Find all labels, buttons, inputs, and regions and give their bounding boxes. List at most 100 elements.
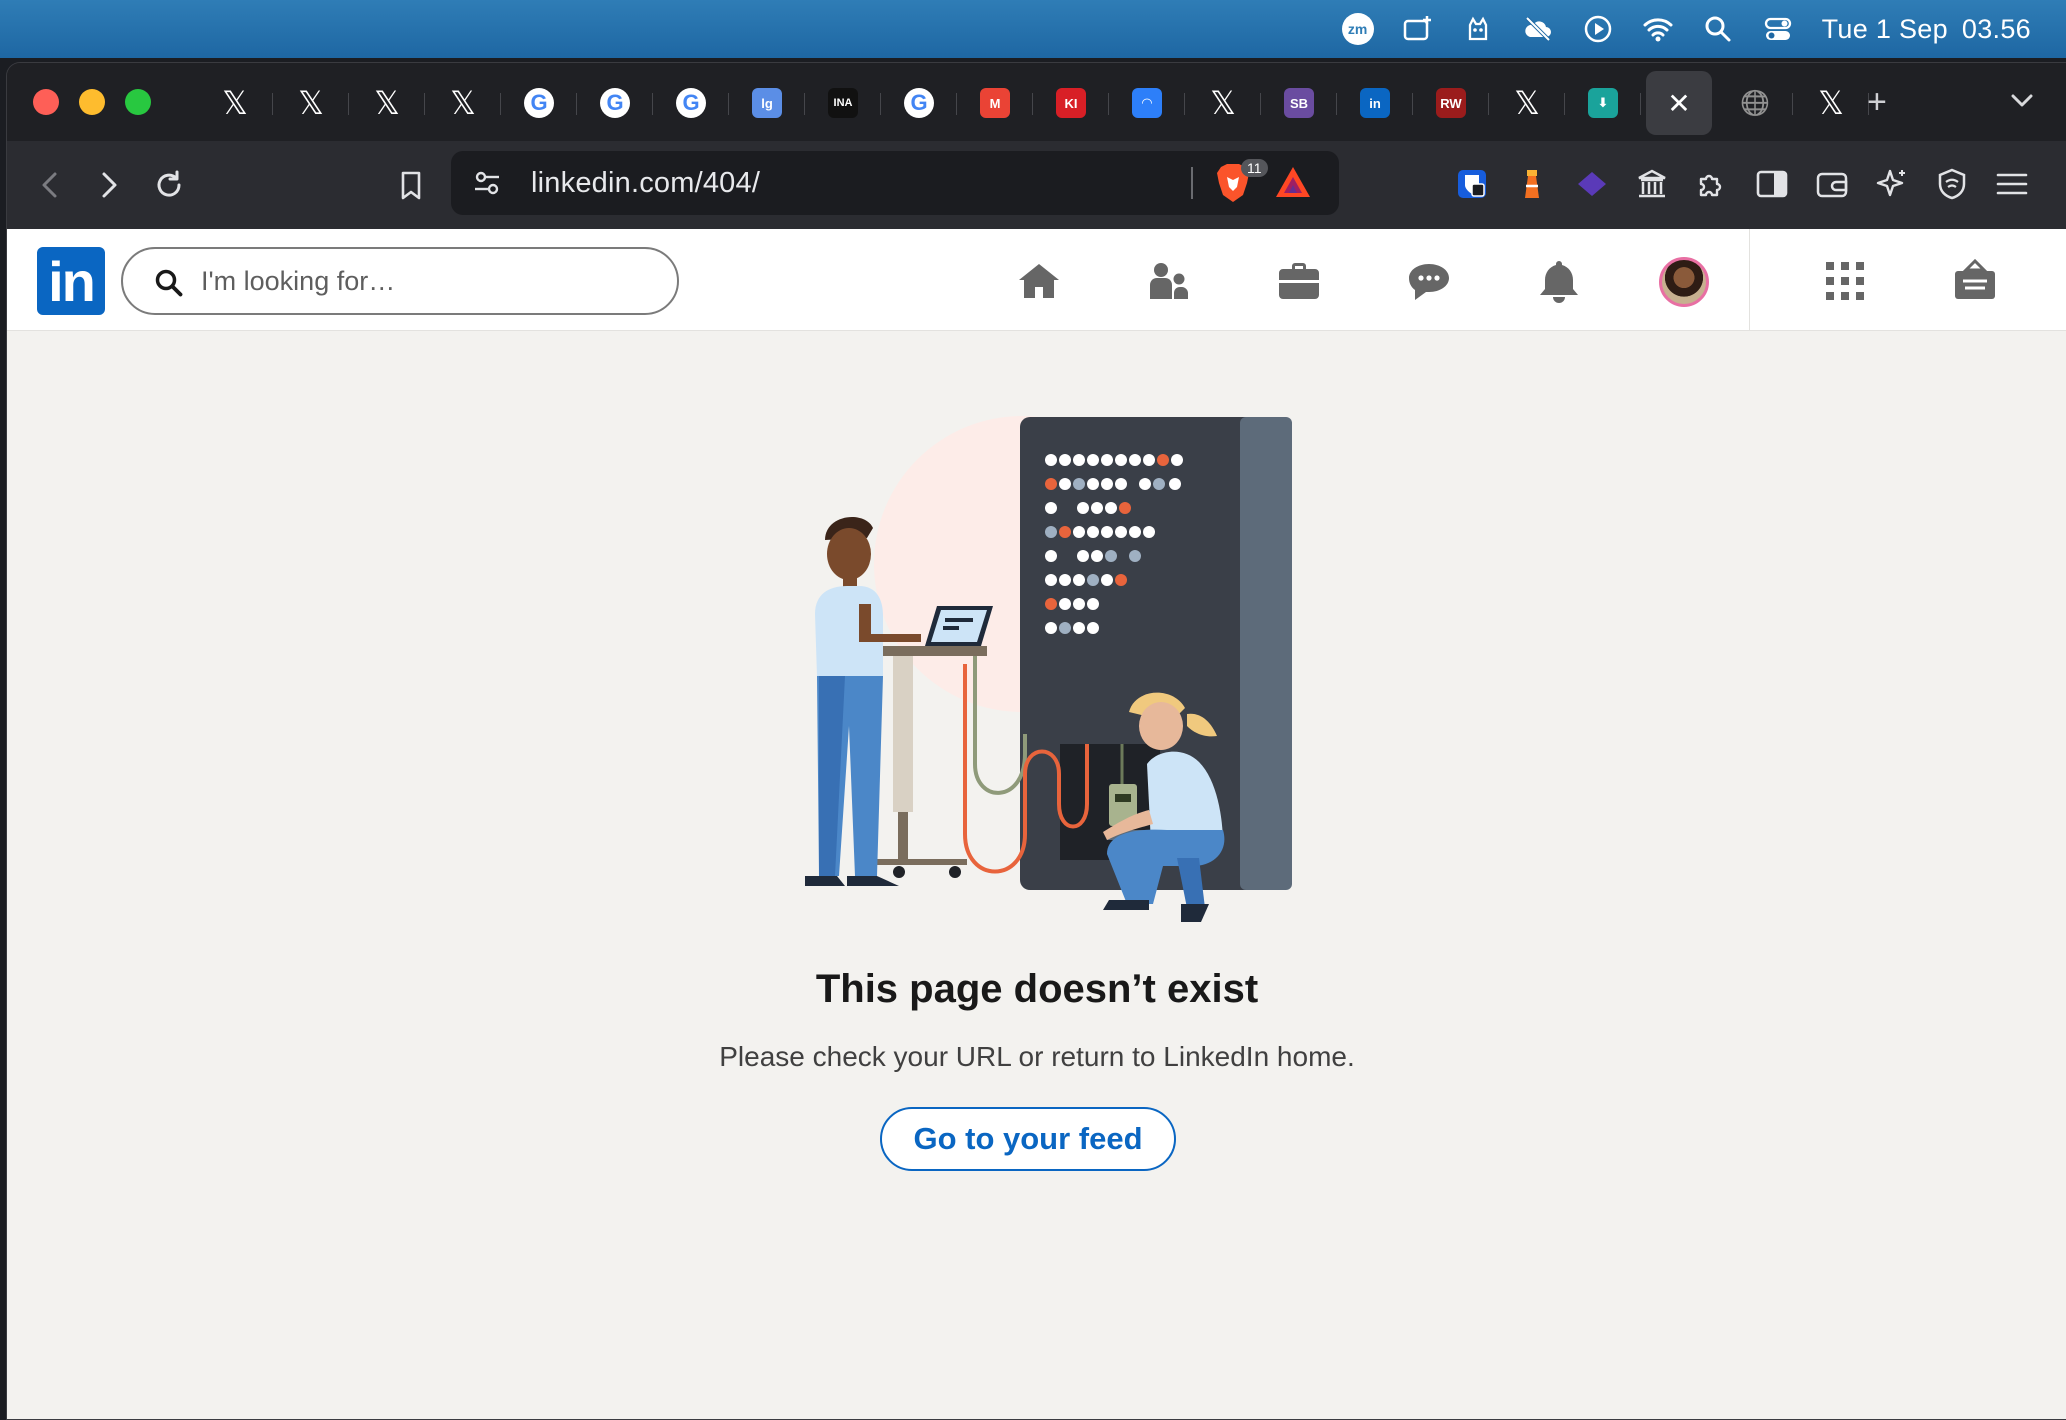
zoom-icon[interactable]: zm: [1328, 0, 1388, 58]
browser-tab[interactable]: 𝕏: [1793, 71, 1869, 135]
clock-date: Tue 1 Sep: [1821, 13, 1948, 44]
browser-tab[interactable]: M: [957, 71, 1033, 135]
back-button[interactable]: [29, 163, 73, 207]
browser-tab[interactable]: KI: [1033, 71, 1109, 135]
me-avatar[interactable]: [1659, 257, 1709, 307]
server-rack-side: [1240, 417, 1292, 890]
close-window-button[interactable]: [33, 89, 59, 115]
vpn-shield-icon[interactable]: [1929, 161, 1975, 207]
x-icon: 𝕏: [1818, 84, 1844, 122]
linkedin-icon: in: [1360, 88, 1390, 118]
lighthouse-extension-icon[interactable]: [1509, 161, 1555, 207]
chevron-right-icon: [102, 172, 117, 198]
gmail-icon: M: [980, 88, 1010, 118]
bookmark-button[interactable]: [389, 163, 433, 207]
nav-jobs[interactable]: [1271, 255, 1327, 307]
url-divider: [1191, 167, 1193, 199]
wifi-icon[interactable]: [1628, 0, 1688, 58]
browser-tab[interactable]: 𝕏: [425, 71, 501, 135]
reload-button[interactable]: [147, 163, 191, 207]
jobs-icon: [1279, 263, 1319, 299]
close-icon: ✕: [1667, 87, 1691, 119]
brave-shields-count: 11: [1241, 159, 1268, 177]
menu-hamburger-icon[interactable]: [1989, 161, 2035, 207]
browser-tab[interactable]: G: [881, 71, 957, 135]
nav-home[interactable]: [1011, 255, 1067, 307]
standing-desk-leg: [893, 656, 913, 812]
search-box[interactable]: [121, 247, 679, 315]
nav-notifications[interactable]: [1531, 255, 1587, 307]
clock-time: 03.56: [1961, 13, 2031, 44]
globe-icon: 🌐: [1740, 89, 1770, 117]
cloud-off-icon[interactable]: [1508, 0, 1568, 58]
linkedin-logo[interactable]: in: [37, 247, 105, 315]
sidebar-toggle-icon[interactable]: [1749, 161, 1795, 207]
browser-tab[interactable]: 𝕏: [1185, 71, 1261, 135]
linkedin-global-nav: in: [7, 229, 2066, 331]
lg-icon: lg: [752, 88, 782, 118]
nav-advertise[interactable]: [1947, 255, 2003, 307]
window-controls: [33, 89, 151, 115]
browser-tab[interactable]: lg: [729, 71, 805, 135]
google-icon: G: [676, 88, 706, 118]
site-settings-icon[interactable]: [471, 167, 503, 199]
new-tab-button[interactable]: +: [1867, 85, 1887, 119]
browser-tab[interactable]: 𝕏: [273, 71, 349, 135]
screenshot-icon[interactable]: [1388, 0, 1448, 58]
tab-list-chevron-icon[interactable]: [2007, 85, 2037, 115]
error-title: This page doesn’t exist: [815, 967, 1259, 1011]
simbaa-icon: SB: [1284, 88, 1314, 118]
control-center-icon[interactable]: [1748, 0, 1808, 58]
404-illustration: [805, 416, 1292, 922]
bitwarden-extension-icon[interactable]: [1449, 161, 1495, 207]
address-bar[interactable]: linkedin.com/404/ 11: [451, 151, 1339, 215]
ina-digital-icon: INA: [828, 88, 858, 118]
x-icon: 𝕏: [1210, 84, 1236, 122]
purple-extension-icon[interactable]: [1569, 161, 1615, 207]
play-icon[interactable]: [1568, 0, 1628, 58]
browser-tab[interactable]: 🌐: [1717, 71, 1793, 135]
browser-tab[interactable]: INA: [805, 71, 881, 135]
google-icon: G: [524, 88, 554, 118]
search-input[interactable]: [201, 259, 651, 303]
browser-tab[interactable]: SB: [1261, 71, 1337, 135]
browser-tab[interactable]: ⬇: [1565, 71, 1641, 135]
browser-tab[interactable]: 𝕏: [197, 71, 273, 135]
zoom-window-button[interactable]: [125, 89, 151, 115]
tab-active[interactable]: ✕: [1646, 71, 1712, 135]
minimize-window-button[interactable]: [79, 89, 105, 115]
bookmark-app-icon: ⬇: [1588, 88, 1618, 118]
museum-extension-icon[interactable]: [1629, 161, 1675, 207]
browser-tab[interactable]: ◠: [1109, 71, 1185, 135]
google-icon: G: [600, 88, 630, 118]
search-icon: [155, 269, 183, 297]
url-text[interactable]: linkedin.com/404/: [531, 167, 760, 200]
forward-button[interactable]: [87, 163, 131, 207]
browser-tab[interactable]: G: [577, 71, 653, 135]
browser-tab[interactable]: in: [1337, 71, 1413, 135]
nav-messaging[interactable]: [1401, 255, 1457, 307]
browser-toolbar: linkedin.com/404/ 11 22: [7, 141, 2066, 266]
bookmark-icon: [401, 171, 421, 200]
browser-tab[interactable]: G: [501, 71, 577, 135]
cat-icon[interactable]: [1448, 0, 1508, 58]
rw-icon: RW: [1436, 88, 1466, 118]
leo-ai-icon[interactable]: [1869, 161, 1915, 207]
nav-apps[interactable]: [1817, 255, 1873, 307]
wallet-icon[interactable]: [1809, 161, 1855, 207]
browser-tab[interactable]: G: [653, 71, 729, 135]
browser-window: 𝕏 𝕏 𝕏 𝕏 G G Glg INA G M KI ◠ 𝕏 SB in RW 𝕏 ⬇ ✕ 🌐 𝕏 + linkedin…: [6, 62, 2066, 1420]
brave-rewards-icon[interactable]: [1273, 163, 1313, 203]
browser-tab[interactable]: 𝕏: [1489, 71, 1565, 135]
browser-tab[interactable]: 𝕏: [349, 71, 425, 135]
macos-menu-bar: zm Tue 1 Sep 03.56: [0, 0, 2066, 58]
extensions-puzzle-icon[interactable]: [1689, 161, 1735, 207]
browser-tab[interactable]: RW: [1413, 71, 1489, 135]
menu-bar-status-area: zm Tue 1 Sep 03.56: [1328, 0, 2066, 58]
spotlight-search-icon[interactable]: [1688, 0, 1748, 58]
x-icon: 𝕏: [1514, 84, 1540, 122]
go-to-feed-button[interactable]: Go to your feed: [880, 1107, 1176, 1171]
menu-bar-clock[interactable]: Tue 1 Sep 03.56: [1808, 14, 2066, 45]
wave-icon: ◠: [1132, 88, 1162, 118]
nav-my-network[interactable]: [1141, 255, 1197, 307]
